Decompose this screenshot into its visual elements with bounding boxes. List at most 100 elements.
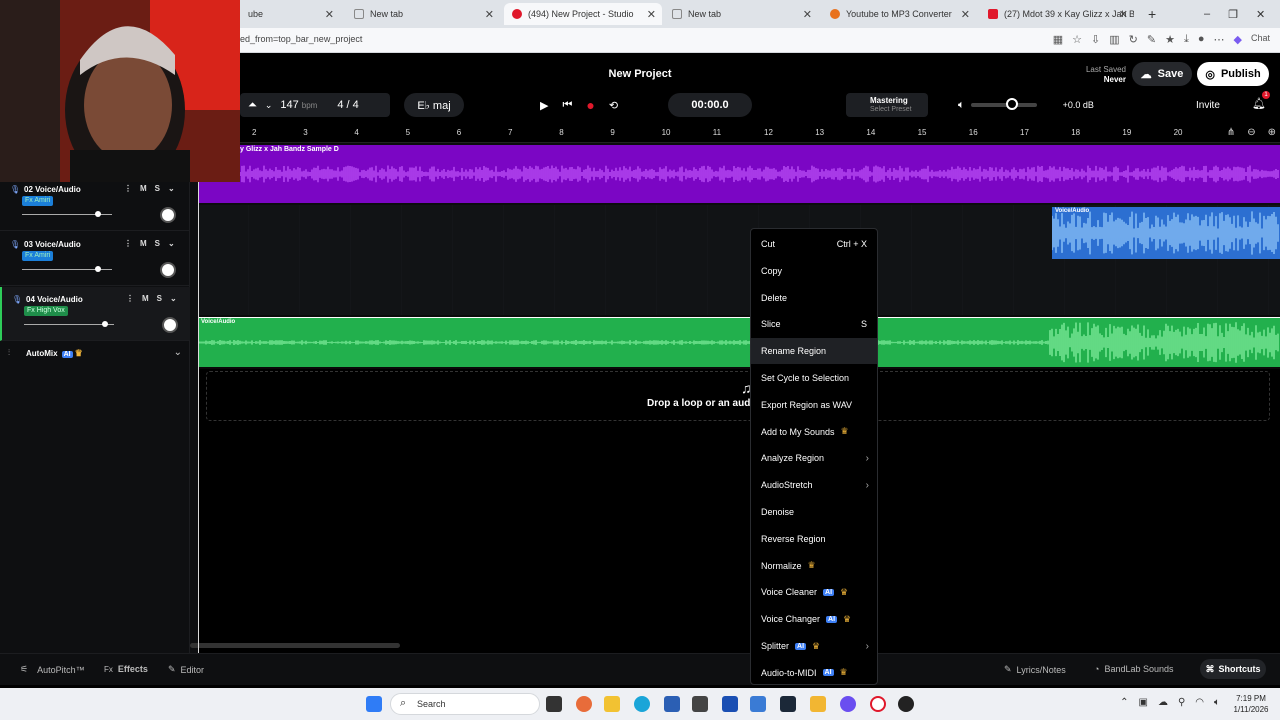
solo-button[interactable]: S <box>157 294 162 303</box>
tray-icon[interactable]: ▣ <box>1138 697 1147 708</box>
steam-icon[interactable] <box>780 696 796 712</box>
zoom-in-icon[interactable]: ⊕ <box>1268 127 1276 138</box>
vscode-icon[interactable] <box>722 696 738 712</box>
volume-fader[interactable] <box>24 321 114 327</box>
volume-fader[interactable] <box>22 211 112 217</box>
chevron-down-icon[interactable]: ⌄ <box>168 239 175 248</box>
drop-zone[interactable]: ♫ Drop a loop or an aud <box>206 371 1270 421</box>
close-icon[interactable]: ✕ <box>485 8 494 21</box>
menu-item-copy[interactable]: Copy <box>751 258 877 284</box>
copilot-icon[interactable]: ◆ <box>1234 33 1242 46</box>
invite-button[interactable]: Invite <box>1196 93 1240 117</box>
wifi-icon[interactable]: ◠ <box>1195 697 1204 708</box>
play-icon[interactable]: ▶ <box>540 99 548 112</box>
pan-knob[interactable] <box>160 207 176 223</box>
track-name[interactable]: 02 Voice/Audio <box>24 185 81 194</box>
track-header[interactable]: 🎙︎ 04 Voice/Audio Fx High Vox ⋮ M S ⌄ <box>0 287 190 341</box>
autopitch-button[interactable]: ⚟ AutoPitch™ <box>20 664 85 675</box>
shortcuts-button[interactable]: ⌘ Shortcuts <box>1200 659 1266 679</box>
menu-item-reverse-region[interactable]: Reverse Region <box>751 526 877 552</box>
automix-row[interactable]: ⫶ AutoMix AI ♛ ⌄ <box>0 343 190 365</box>
copilot-app-icon[interactable] <box>576 696 592 712</box>
editor-button[interactable]: ✎ Editor <box>168 664 204 675</box>
menu-item-audiostretch[interactable]: AudioStretch › <box>751 472 877 498</box>
volume-fader[interactable] <box>22 266 112 272</box>
menu-item-normalize[interactable]: Normalize ♛ <box>751 553 877 579</box>
browser-tab-active[interactable]: (494) New Project - Studio ✕ <box>504 3 662 25</box>
opera-icon[interactable] <box>870 696 886 712</box>
browser-tab[interactable]: New tab ✕ <box>664 3 818 25</box>
more-icon[interactable]: ⋮ <box>124 239 132 248</box>
chevron-down-icon[interactable]: ⌄ <box>174 347 182 358</box>
menu-item-analyze-region[interactable]: Analyze Region › <box>751 445 877 471</box>
publish-button[interactable]: ◎ Publish <box>1197 62 1269 86</box>
profile-icon[interactable]: ● <box>1198 33 1205 46</box>
close-icon[interactable]: ✕ <box>1119 8 1128 21</box>
split-screen-icon[interactable]: ▥ <box>1109 33 1119 46</box>
app-icon[interactable] <box>810 696 826 712</box>
task-view-icon[interactable] <box>546 696 562 712</box>
key-selector[interactable]: E♭ maj <box>404 93 464 117</box>
track-name[interactable]: 03 Voice/Audio <box>24 240 81 249</box>
fx-chip[interactable]: Fx High Vox <box>24 306 68 316</box>
effects-button[interactable]: Fx Effects <box>104 664 148 674</box>
arrangement-area[interactable]: y Glizz x Jah Bandz Sample D Voice/Audio… <box>190 143 1280 653</box>
browser-tab[interactable]: Youtube to MP3 Converter ✕ <box>822 3 976 25</box>
lyrics-button[interactable]: ✎ Lyrics/Notes <box>1004 664 1066 675</box>
track-name[interactable]: 04 Voice/Audio <box>26 295 83 304</box>
menu-item-rename-region[interactable]: Rename Region <box>751 338 877 365</box>
menu-item-voice-changer[interactable]: Voice Changer AI ♛ <box>751 606 877 632</box>
refresh-icon[interactable]: ↻ <box>1129 33 1138 46</box>
menu-item-voice-cleaner[interactable]: Voice Cleaner AI ♛ <box>751 579 877 605</box>
fader-handle[interactable] <box>101 321 108 327</box>
taskbar-clock[interactable]: 7:19 PM 1/11/2026 <box>1226 693 1276 715</box>
metronome-icon[interactable]: ⏶ <box>248 99 257 112</box>
menu-item-slice[interactable]: Slice S <box>751 311 877 337</box>
discord-icon[interactable] <box>840 696 856 712</box>
extensions-icon[interactable]: ✎ <box>1147 33 1156 46</box>
mute-button[interactable]: M <box>140 239 147 248</box>
track-header[interactable]: 🎙︎ 02 Voice/Audio Fx Amiri ⋮ M S ⌄ <box>0 177 190 231</box>
playhead[interactable] <box>198 143 199 653</box>
chevron-up-icon[interactable]: ⌃ <box>1120 697 1128 708</box>
browser-tab[interactable]: New tab ✕ <box>346 3 500 25</box>
more-icon[interactable]: ⋮ <box>126 294 134 303</box>
loop-icon[interactable]: ⟲ <box>609 99 618 112</box>
maximize-icon[interactable]: ❐ <box>1228 8 1238 21</box>
menu-item-denoise[interactable]: Denoise <box>751 499 877 525</box>
close-icon[interactable]: ✕ <box>647 8 656 21</box>
download-icon[interactable]: ⇩ <box>1091 33 1100 46</box>
edge-icon[interactable] <box>634 696 650 712</box>
mute-button[interactable]: M <box>142 294 149 303</box>
voice-region[interactable]: Voice/Audio <box>1052 207 1280 259</box>
collections-icon[interactable]: ★ <box>1165 33 1175 46</box>
app-icon[interactable] <box>692 696 708 712</box>
close-icon[interactable]: ✕ <box>325 8 334 21</box>
download-arrow-icon[interactable]: ⤓ <box>1184 33 1189 46</box>
speaker-icon[interactable]: 🔈︎ <box>958 99 965 112</box>
menu-item-delete[interactable]: Delete <box>751 285 877 311</box>
pan-knob[interactable] <box>160 262 176 278</box>
chevron-down-icon[interactable]: ⌄ <box>265 100 273 111</box>
browser-tab[interactable]: ube ✕ <box>240 3 340 25</box>
pan-knob[interactable] <box>162 317 178 333</box>
minimize-icon[interactable]: – <box>1204 8 1210 20</box>
tempo-value[interactable]: 147 bpm <box>280 99 317 111</box>
close-window-icon[interactable]: ✕ <box>1256 8 1265 21</box>
cloud-tray-icon[interactable]: ☁ <box>1158 697 1168 708</box>
usb-icon[interactable]: ⚲ <box>1178 697 1185 708</box>
close-icon[interactable]: ✕ <box>961 8 970 21</box>
solo-button[interactable]: S <box>155 184 160 193</box>
menu-item-audio-to-midi[interactable]: Audio-to-MIDI AI ♛ <box>751 660 877 686</box>
favorite-icon[interactable]: ☆ <box>1072 33 1082 46</box>
menu-item-set-cycle-to-selection[interactable]: Set Cycle to Selection <box>751 365 877 391</box>
track-header[interactable]: 🎙︎ 03 Voice/Audio Fx Amiri ⋮ M S ⌄ <box>0 232 190 286</box>
fx-chip[interactable]: Fx Amiri <box>22 196 54 206</box>
bell-icon[interactable]: 🔔︎ <box>1252 97 1266 110</box>
fader-handle[interactable] <box>95 211 102 217</box>
menu-item-add-to-my-sounds[interactable]: Add to My Sounds ♛ <box>751 419 877 445</box>
record-icon[interactable]: ● <box>586 97 594 113</box>
mute-button[interactable]: M <box>140 184 147 193</box>
start-icon[interactable] <box>366 696 382 712</box>
app-icon[interactable] <box>750 696 766 712</box>
